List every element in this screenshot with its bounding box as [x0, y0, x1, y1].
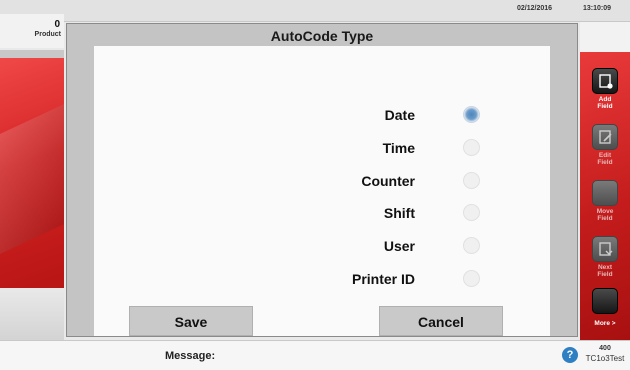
job-name: TC1o3Test [585, 354, 625, 363]
job-stat-value: 400 [599, 345, 611, 352]
add-field-icon [599, 74, 613, 89]
more-button[interactable]: More > [584, 284, 626, 338]
edit-field-icon [599, 130, 612, 144]
status-date: 02/12/2016 [517, 5, 553, 12]
message-bar: Message: ? 400 TC1o3Test [0, 340, 630, 370]
move-field-button[interactable]: Move Field [584, 176, 626, 230]
next-field-label-1: Next [597, 264, 613, 271]
option-counter-radio[interactable] [463, 172, 480, 189]
more-label-1: More [594, 320, 610, 327]
edit-field-label-2: Field [597, 159, 613, 166]
dialog-body: Date Time Counter Shift User Printer ID [94, 46, 550, 336]
edit-field-label-1: Edit [598, 152, 612, 159]
field-toolbar: Add Field Edit Field Move Field Next Fie… [580, 52, 630, 340]
save-button[interactable]: Save [129, 306, 253, 336]
option-printer-id[interactable]: Printer ID [94, 268, 550, 290]
next-field-button[interactable]: Next Field [584, 232, 626, 286]
dialog-title: AutoCode Type [270, 28, 374, 44]
product-count: 0 [54, 19, 60, 30]
option-date[interactable]: Date [94, 104, 550, 126]
option-date-radio[interactable] [463, 106, 480, 123]
add-field-button[interactable]: Add Field [584, 64, 626, 118]
cancel-button[interactable]: Cancel [379, 306, 503, 336]
option-printer-id-radio[interactable] [463, 270, 480, 287]
help-icon[interactable]: ? [562, 347, 578, 363]
status-bar: 02/12/2016 13:10:09 [0, 0, 630, 22]
option-counter-label: Counter [361, 173, 415, 189]
option-user[interactable]: User [94, 235, 550, 257]
option-printer-id-label: Printer ID [351, 271, 415, 287]
option-time-radio[interactable] [463, 139, 480, 156]
add-field-label-2: Field [597, 103, 613, 110]
next-field-label-2: Field [597, 271, 613, 278]
option-shift-label: Shift [383, 205, 415, 221]
edit-field-button[interactable]: Edit Field [584, 120, 626, 174]
autocode-type-dialog: AutoCode Type Date Time Counter Shift Us… [66, 23, 578, 337]
option-time[interactable]: Time [94, 137, 550, 159]
message-label: Message: [165, 350, 216, 362]
option-shift-radio[interactable] [463, 204, 480, 221]
product-counter[interactable]: 0 Product [0, 14, 64, 48]
more-label-2: > [611, 320, 616, 327]
product-label: Product [34, 31, 61, 38]
option-counter[interactable]: Counter [94, 170, 550, 192]
preview-grey-panel [0, 288, 64, 345]
label-preview-background [0, 50, 64, 345]
option-date-label: Date [384, 107, 415, 123]
option-user-label: User [383, 238, 415, 254]
next-field-icon [599, 242, 613, 256]
move-field-icon [592, 180, 618, 206]
option-time-label: Time [382, 140, 415, 156]
status-time: 13:10:09 [583, 5, 612, 12]
move-field-label-1: Move [596, 208, 614, 215]
option-user-radio[interactable] [463, 237, 480, 254]
toolbar-header [580, 22, 630, 52]
option-shift[interactable]: Shift [94, 202, 550, 224]
more-icon [592, 288, 618, 314]
add-field-label-1: Add [598, 96, 612, 103]
move-field-label-2: Field [597, 215, 613, 222]
